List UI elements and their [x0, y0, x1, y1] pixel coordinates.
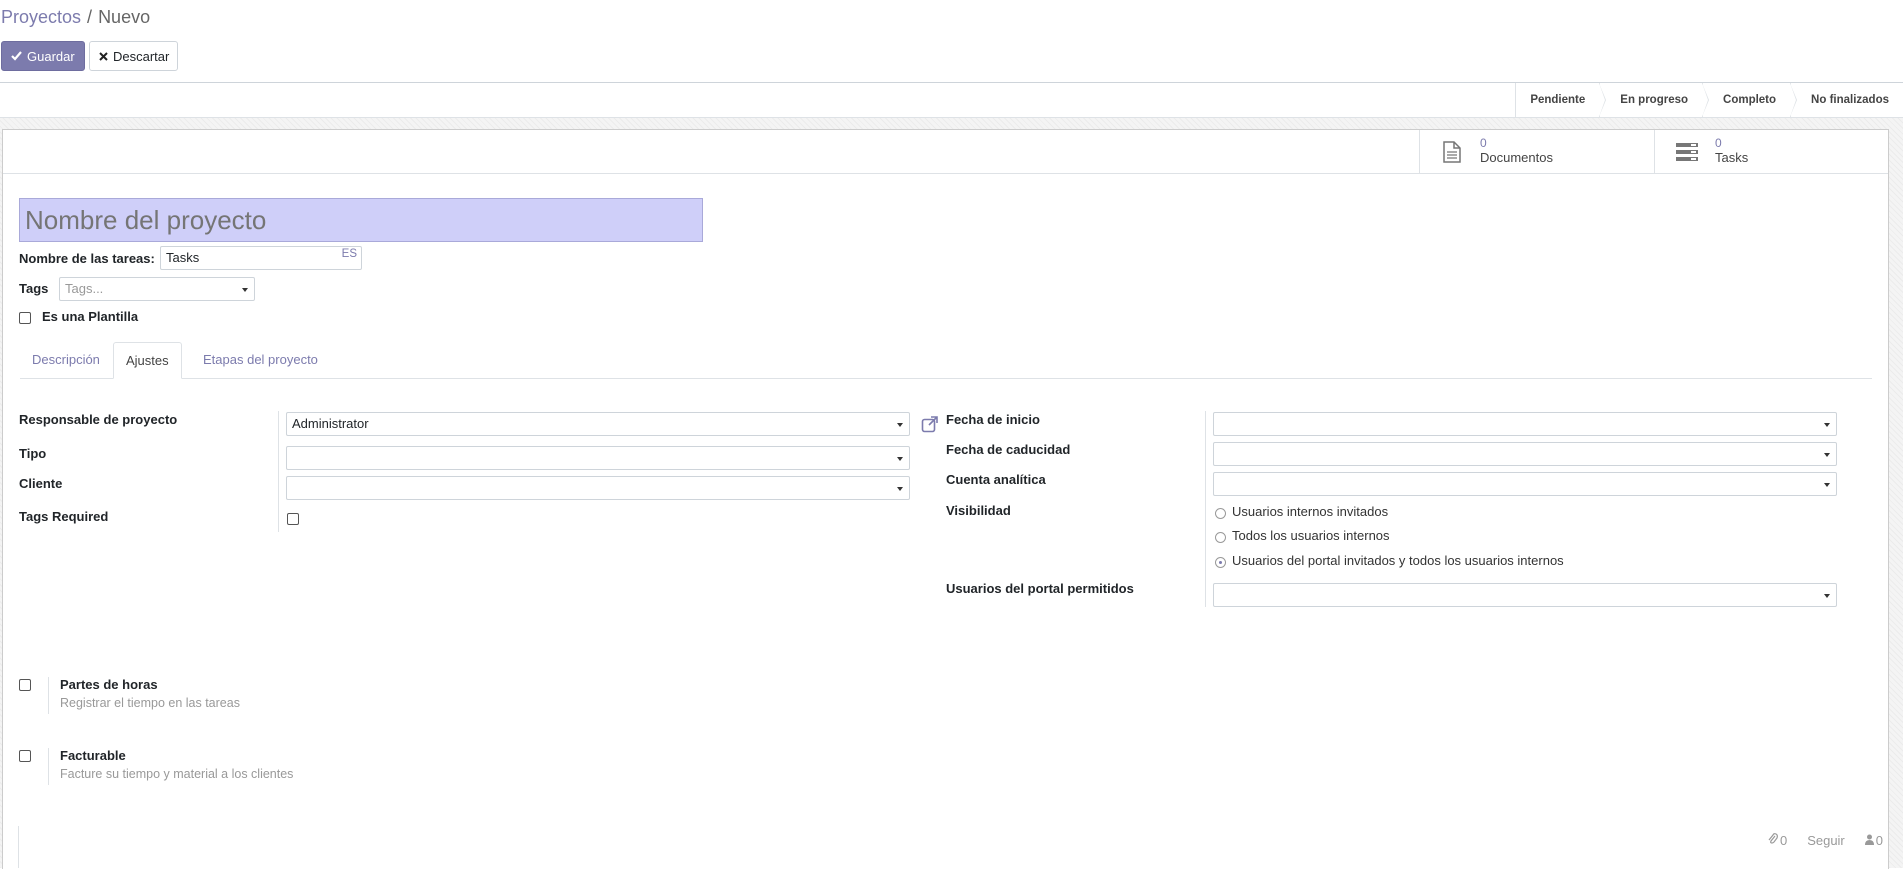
- chevron-down-icon: [897, 487, 903, 491]
- left-column-divider: [278, 411, 279, 532]
- expiry-date-input[interactable]: [1213, 442, 1837, 466]
- tasks-count: 0: [1715, 136, 1722, 150]
- documents-count: 0: [1480, 136, 1487, 150]
- chevron-down-icon: [1824, 483, 1830, 487]
- visibility-radio-invited-internal[interactable]: [1215, 508, 1226, 519]
- chevron-down-icon: [1824, 453, 1830, 457]
- type-label: Tipo: [19, 446, 47, 461]
- attachments-count: 0: [1779, 833, 1788, 848]
- language-badge[interactable]: ES: [342, 248, 357, 260]
- chatter-topbar: 0 Seguir 0: [1768, 833, 1883, 848]
- document-icon: [1440, 140, 1464, 164]
- template-checkbox[interactable]: [19, 312, 31, 324]
- followers-count: 0: [1875, 833, 1883, 848]
- tags-required-label: Tags Required: [19, 509, 109, 524]
- timesheets-title: Partes de horas: [60, 677, 158, 692]
- timesheets-checkbox[interactable]: [19, 679, 31, 691]
- template-label: Es una Plantilla: [42, 309, 139, 324]
- breadcrumb-separator: /: [87, 7, 93, 27]
- discard-button-label: Descartar: [113, 48, 170, 64]
- task-name-field[interactable]: Tasks ES: [160, 246, 362, 270]
- billable-description: Facture su tiempo y material a los clien…: [60, 767, 294, 781]
- tasks-label: Tasks: [1715, 150, 1749, 165]
- breadcrumb-parent-link[interactable]: Proyectos: [1, 7, 81, 27]
- expiry-date-label: Fecha de caducidad: [946, 442, 1071, 457]
- billable-title: Facturable: [60, 748, 126, 763]
- tab-etapas-del-proyecto[interactable]: Etapas del proyecto: [191, 342, 330, 377]
- stage-en-progreso[interactable]: En progreso: [1599, 83, 1709, 117]
- user-icon: [1864, 833, 1874, 848]
- start-date-input[interactable]: [1213, 412, 1837, 436]
- stage-pendiente[interactable]: Pendiente: [1515, 83, 1607, 117]
- task-name-label: Nombre de las tareas:: [19, 251, 155, 266]
- chevron-down-icon: [897, 423, 903, 427]
- chevron-down-icon: [242, 288, 248, 292]
- visibility-option-label: Usuarios del portal invitados y todos lo…: [1232, 553, 1564, 568]
- documents-label: Documentos: [1480, 150, 1553, 165]
- stage-pipeline: Pendiente En progreso Completo No finali…: [1515, 83, 1903, 117]
- save-button[interactable]: Guardar: [1, 41, 85, 71]
- tags-required-checkbox[interactable]: [287, 513, 299, 525]
- customer-label: Cliente: [19, 476, 63, 491]
- visibility-radio-portal[interactable]: [1215, 557, 1226, 568]
- task-name-value: Tasks: [166, 250, 200, 265]
- chatter-divider: [18, 826, 19, 868]
- timesheets-description: Registrar el tiempo en las tareas: [60, 696, 240, 710]
- chevron-down-icon: [897, 457, 903, 461]
- portal-users-label: Usuarios del portal permitidos: [946, 581, 1134, 596]
- visibility-radio-all-internal[interactable]: [1215, 532, 1226, 543]
- form-sheet: 0 Documentos 0 Tasks Nombre de las tarea…: [2, 129, 1889, 869]
- tags-label: Tags: [19, 281, 49, 296]
- check-icon: [11, 49, 22, 64]
- attachments-button[interactable]: 0: [1768, 833, 1787, 848]
- analytic-account-select[interactable]: [1213, 472, 1837, 496]
- right-column-divider: [1205, 411, 1206, 607]
- type-select[interactable]: [286, 446, 910, 470]
- option-divider: [48, 748, 49, 785]
- tasks-stat-button[interactable]: 0 Tasks: [1654, 130, 1889, 173]
- breadcrumb: Proyectos / Nuevo: [1, 7, 150, 28]
- status-bar: Pendiente En progreso Completo No finali…: [0, 83, 1903, 118]
- close-icon: [99, 49, 108, 64]
- save-button-label: Guardar: [27, 48, 75, 64]
- project-name-input[interactable]: [19, 198, 703, 242]
- tags-input[interactable]: Tags...: [59, 277, 255, 301]
- analytic-account-label: Cuenta analítica: [946, 472, 1046, 487]
- visibility-option-label: Todos los usuarios internos: [1232, 528, 1390, 543]
- billable-checkbox[interactable]: [19, 750, 31, 762]
- chevron-down-icon: [1824, 423, 1830, 427]
- project-manager-label: Responsable de proyecto: [19, 412, 178, 427]
- discard-button[interactable]: Descartar: [89, 41, 178, 71]
- visibility-label: Visibilidad: [946, 503, 1011, 518]
- followers-button[interactable]: 0: [1864, 833, 1883, 848]
- external-link-icon[interactable]: [921, 415, 939, 436]
- button-box: 0 Documentos 0 Tasks: [3, 130, 1888, 174]
- option-divider: [48, 677, 49, 714]
- stage-no-finalizados[interactable]: No finalizados: [1790, 83, 1903, 117]
- customer-select[interactable]: [286, 476, 910, 500]
- portal-users-select[interactable]: [1213, 583, 1837, 607]
- tab-ajustes[interactable]: Ajustes: [113, 342, 182, 379]
- project-manager-value: Administrator: [292, 416, 369, 431]
- start-date-label: Fecha de inicio: [946, 412, 1040, 427]
- follow-button[interactable]: Seguir: [1807, 833, 1845, 848]
- tab-descripcion[interactable]: Descripción: [20, 342, 112, 377]
- paperclip-icon: [1768, 833, 1778, 848]
- visibility-option-label: Usuarios internos invitados: [1232, 504, 1389, 519]
- stage-completo[interactable]: Completo: [1702, 83, 1798, 117]
- control-panel: Proyectos / Nuevo Guardar Descartar: [0, 0, 1903, 83]
- notebook-tabs: Descripción Ajustes Etapas del proyecto: [20, 342, 1872, 379]
- tags-placeholder: Tags...: [65, 281, 104, 296]
- project-manager-select[interactable]: Administrator: [286, 412, 910, 436]
- documents-stat-button[interactable]: 0 Documentos: [1419, 130, 1654, 173]
- breadcrumb-current: Nuevo: [98, 7, 151, 27]
- chevron-down-icon: [1824, 594, 1830, 598]
- tasks-icon: [1675, 140, 1699, 164]
